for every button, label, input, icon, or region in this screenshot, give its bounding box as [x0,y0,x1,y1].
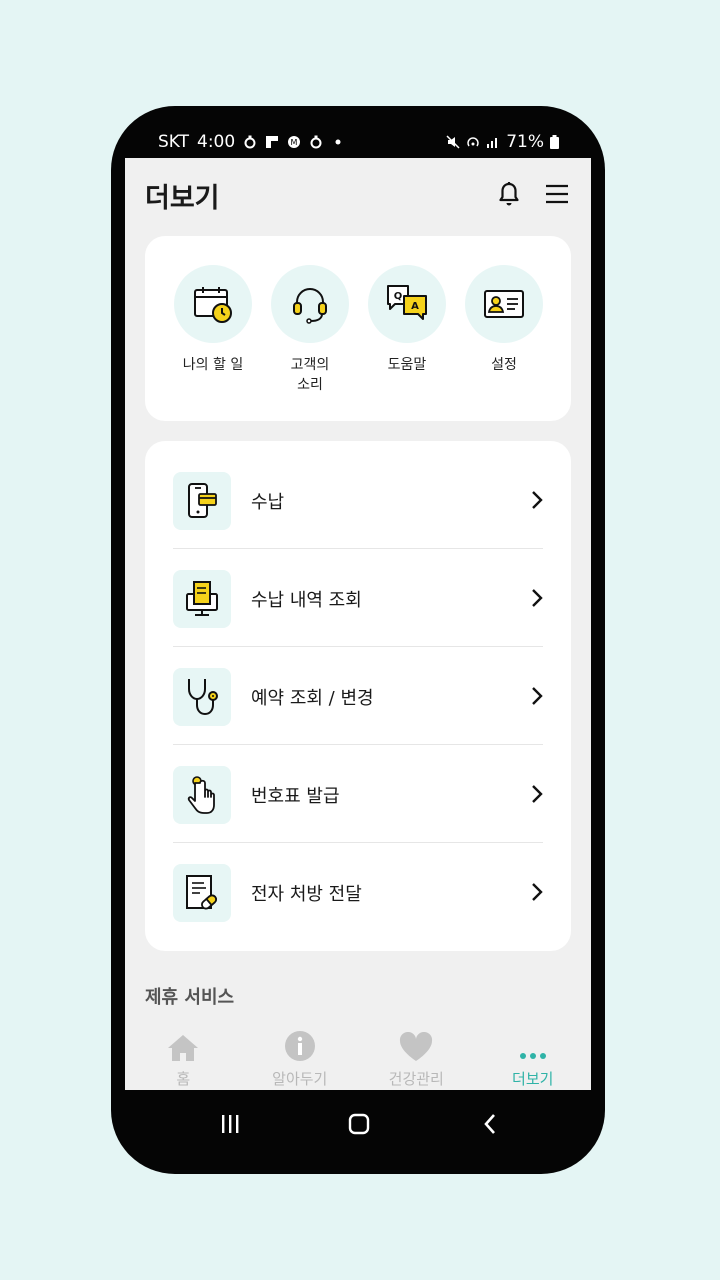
tab-health[interactable]: 건강관리 [358,1020,475,1090]
svg-text:Q: Q [394,291,403,302]
bottom-tab-bar: 홈 알아두기 건강관리 더보기 [125,1020,591,1090]
menu-item-label: 전자 처방 전달 [251,884,362,905]
menu-item-payment-history[interactable]: 수납 내역 조회 [173,549,543,647]
tab-more[interactable]: 더보기 [475,1020,592,1090]
hotspot-icon [467,137,479,147]
more-dots-icon [519,1053,546,1059]
mobile-payment-icon [188,483,217,518]
message-icon: M [288,136,301,148]
chevron-right-icon [532,883,543,901]
tab-home[interactable]: 홈 [125,1020,242,1090]
menu-item-label: 예약 조회 / 변경 [251,688,374,709]
bell-icon [499,182,519,206]
tab-label: 건강관리 [388,1070,444,1088]
app-header: 더보기 [125,158,591,238]
notification-icon [244,135,256,149]
info-icon [284,1031,315,1061]
menu-item-e-prescription[interactable]: 전자 처방 전달 [173,843,543,941]
tab-label: 더보기 [512,1070,554,1088]
tap-finger-icon [187,776,215,814]
receipt-monitor-icon [186,581,218,616]
menu-item-reservation[interactable]: 예약 조회 / 변경 [173,647,543,745]
home-icon [168,1035,199,1061]
svg-text:A: A [411,301,419,312]
quick-item-help[interactable]: Q A 도움말 [367,265,447,375]
quick-menu-card: 나의 할 일 고객의 소리 Q A 도움말 설정 [145,236,571,421]
signal-icon [487,138,498,148]
calendar-clock-icon [194,287,232,323]
page-title: 더보기 [145,183,220,214]
quick-item-label: 설정 [491,357,517,373]
phone-frame: SKT 4:00 M 71% 더보기 나의 할 일 고객의 소리 Q A 도움말… [111,106,605,1174]
menu-item-queue-ticket[interactable]: 번호표 발급 [173,745,543,843]
id-card-icon [484,290,524,318]
more-notifications-icon [335,139,341,145]
quick-item-label: 고객의 소리 [290,357,330,393]
headset-icon [293,288,327,324]
notification-bell-button[interactable] [493,178,525,210]
quick-item-settings[interactable]: 설정 [464,265,544,375]
stethoscope-icon [188,679,218,716]
menu-item-label: 수납 내역 조회 [251,590,362,611]
quick-item-customer-voice[interactable]: 고객의 소리 [270,265,350,395]
mute-icon [446,135,460,149]
tab-label: 홈 [176,1070,191,1088]
quick-item-label: 도움말 [387,357,427,373]
carrier-label: SKT [158,132,190,152]
menu-list-card: 수납 수납 내역 조회 예약 조회 / 변경 번호표 발급 전자 처방 전달 [145,441,571,951]
quick-item-my-tasks[interactable]: 나의 할 일 [173,265,253,375]
chevron-right-icon [532,785,543,803]
recent-apps-button[interactable] [210,1106,250,1142]
chevron-right-icon [532,589,543,607]
back-arrow-icon [484,1114,495,1134]
quick-item-label: 나의 할 일 [182,357,244,373]
status-bar: SKT 4:00 M 71% [111,106,605,158]
tab-info[interactable]: 알아두기 [242,1020,359,1090]
back-nav-button[interactable] [470,1106,510,1142]
hamburger-icon [546,184,568,204]
menu-item-label: 수납 [251,492,285,513]
app-screen: 더보기 나의 할 일 고객의 소리 Q A 도움말 설정 수납 수납 내역 조회… [125,158,591,1090]
section-title-partner-services: 제휴 서비스 [145,987,235,1008]
recent-apps-icon [222,1115,239,1133]
chevron-right-icon [532,687,543,705]
heart-icon [400,1032,433,1061]
chevron-right-icon [532,491,543,509]
menu-item-payment[interactable]: 수납 [173,451,543,549]
battery-icon [550,135,559,149]
tab-label: 알아두기 [272,1070,328,1088]
svg-text:M: M [291,138,298,147]
hamburger-menu-button[interactable] [541,178,573,210]
flipboard-icon [266,136,279,148]
qa-bubble-icon: Q A [387,285,427,320]
system-nav-bar [111,1090,605,1174]
notification-icon-2 [310,135,322,149]
home-nav-button[interactable] [339,1106,379,1142]
battery-percent: 71% [506,132,544,152]
home-circle-icon [348,1113,370,1135]
menu-item-label: 번호표 발급 [251,786,340,807]
status-time: 4:00 [197,132,236,152]
prescription-pill-icon [186,875,217,910]
